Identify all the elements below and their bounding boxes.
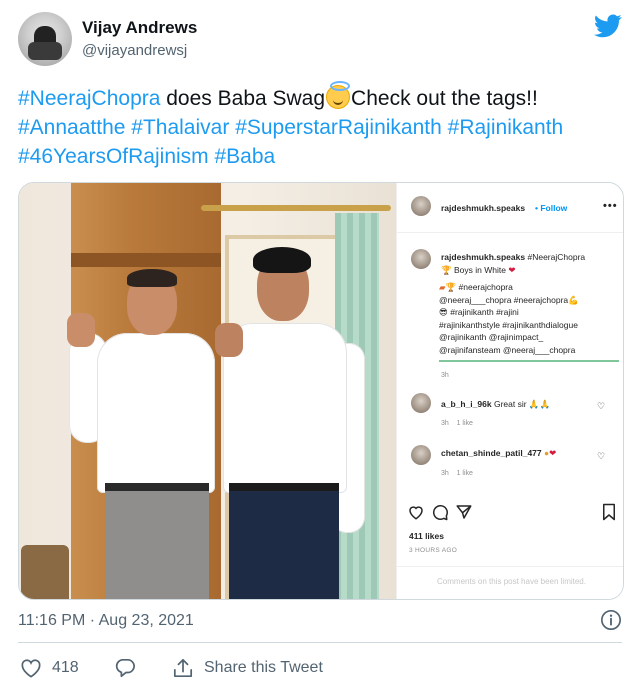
tweet-timestamp[interactable]: 11:16 PM · Aug 23, 2021 xyxy=(18,612,194,630)
like-button[interactable]: 418 xyxy=(20,657,79,679)
bookmark-icon xyxy=(603,503,615,521)
comment-text: Great sir xyxy=(493,399,527,409)
instagram-username: rajdeshmukh.speaks xyxy=(441,203,526,213)
tweet-text: #NeerajChopra does Baba Swag Check out th… xyxy=(18,81,624,171)
tag-line: #rajinikanthstyle #rajinikanthdialogue xyxy=(439,319,578,330)
comment-user: a_b_h_i_96k xyxy=(441,399,492,409)
hashtag-link[interactable]: #46YearsOfRajinism xyxy=(18,145,209,168)
comment-user: chetan_shinde_patil_477 xyxy=(441,448,542,458)
heart-icon xyxy=(21,659,41,678)
smiling-face-with-halo-emoji xyxy=(326,81,351,109)
instagram-comment: a_b_h_i_96k Great sir 🙏🙏 xyxy=(441,399,601,410)
follow-label: Follow xyxy=(540,203,568,213)
comment-time: 3h xyxy=(441,470,449,477)
more-options-icon: ••• xyxy=(603,200,618,212)
instagram-post-header: rajdeshmukh.speaks • Follow ••• xyxy=(397,183,623,233)
hashtag-link[interactable]: #NeerajChopra xyxy=(18,87,160,110)
instagram-panel: rajdeshmukh.speaks • Follow ••• rajdeshm… xyxy=(396,183,623,599)
tweet-card: Vijay Andrews @vijayandrewsj #NeerajChop… xyxy=(0,0,640,687)
commenter-avatar xyxy=(411,445,431,465)
heart-emoji-icon: ❤ xyxy=(549,448,557,458)
tweet-media-image[interactable]: rajdeshmukh.speaks • Follow ••• rajdeshm… xyxy=(18,182,624,600)
reply-bubble-icon xyxy=(115,658,135,678)
caption-username: rajdeshmukh.speaks xyxy=(441,252,526,262)
folded-hands-emoji-icon: 🙏🙏 xyxy=(528,399,551,409)
hashtag-link[interactable]: #SuperstarRajinikanth xyxy=(235,116,442,139)
hashtag-link[interactable]: #Annaatthe xyxy=(18,116,125,139)
author-avatar[interactable] xyxy=(18,12,72,66)
comment-like-icon: ♡ xyxy=(597,401,606,411)
follow-separator: • xyxy=(535,203,538,213)
trophy-emoji-icon: 🏆 xyxy=(445,282,457,292)
send-icon xyxy=(456,505,472,519)
tag-line: #neerajchopra xyxy=(458,282,513,292)
info-icon[interactable] xyxy=(600,609,622,631)
commenter-avatar xyxy=(411,393,431,413)
reply-button[interactable] xyxy=(114,657,146,679)
like-count: 418 xyxy=(52,659,79,676)
share-label: Share this Tweet xyxy=(204,659,323,676)
comment-meta: 3h 1 like xyxy=(441,470,473,477)
share-icon xyxy=(173,658,193,678)
comment-likes: 1 like xyxy=(456,420,473,427)
comment-icon xyxy=(433,505,448,521)
tag-line: #rajinikanth #rajini xyxy=(450,307,519,317)
author-name[interactable]: Vijay Andrews xyxy=(82,18,197,38)
instagram-like-count: 411 likes xyxy=(409,531,444,541)
tweet-text-segment: Check out the tags!! xyxy=(351,87,538,110)
instagram-post-age: 3 HOURS AGO xyxy=(409,547,458,554)
sunglasses-emoji-icon: 😎 xyxy=(439,307,448,317)
tag-line: @neeraj___chopra #neerajchopra xyxy=(439,294,569,305)
caption-line-2: Boys in White xyxy=(453,265,506,275)
trophy-emoji-icon: 🏆 xyxy=(441,265,452,275)
comment-likes: 1 like xyxy=(456,470,473,477)
instagram-follow: • Follow xyxy=(535,203,567,213)
author-handle[interactable]: @vijayandrewsj xyxy=(82,42,187,59)
instagram-tag-block: ▰🏆 #neerajchopra @neeraj___chopra #neera… xyxy=(439,281,619,362)
instagram-avatar xyxy=(411,249,431,269)
caption-time: 3h xyxy=(441,372,449,379)
tweet-text-segment: does Baba Swag xyxy=(160,87,326,110)
flex-emoji-icon: 💪 xyxy=(568,294,579,305)
heart-emoji-icon: ❤ xyxy=(508,265,516,275)
hashtag-link[interactable]: #Rajinikanth xyxy=(448,116,564,139)
comment-meta: 3h 1 like xyxy=(441,420,473,427)
hashtag-link[interactable]: #Thalaivar xyxy=(131,116,229,139)
share-tweet-button[interactable]: Share this Tweet xyxy=(172,657,323,679)
heart-icon xyxy=(409,506,423,520)
instagram-comment: chetan_shinde_patil_477 ●❤ xyxy=(441,448,601,459)
instagram-avatar xyxy=(411,196,431,216)
tag-line: @rajinikanth @rajinimpact_ xyxy=(439,332,544,342)
instagram-caption: rajdeshmukh.speaks #NeerajChopra 🏆 Boys … xyxy=(441,251,621,277)
hashtag-link[interactable]: #Baba xyxy=(215,145,276,168)
twitter-bird-icon[interactable] xyxy=(594,14,622,38)
caption-hashtag: #NeerajChopra xyxy=(527,252,586,262)
instagram-actions xyxy=(407,503,619,523)
comment-like-icon: ♡ xyxy=(597,451,606,461)
comment-time: 3h xyxy=(441,420,449,427)
comments-limited-notice: Comments on this post have been limited. xyxy=(397,566,623,599)
tag-line: @rajinifansteam @neeraj___chopra xyxy=(439,344,576,355)
footer-divider xyxy=(18,642,622,643)
instagram-photo xyxy=(19,183,396,599)
